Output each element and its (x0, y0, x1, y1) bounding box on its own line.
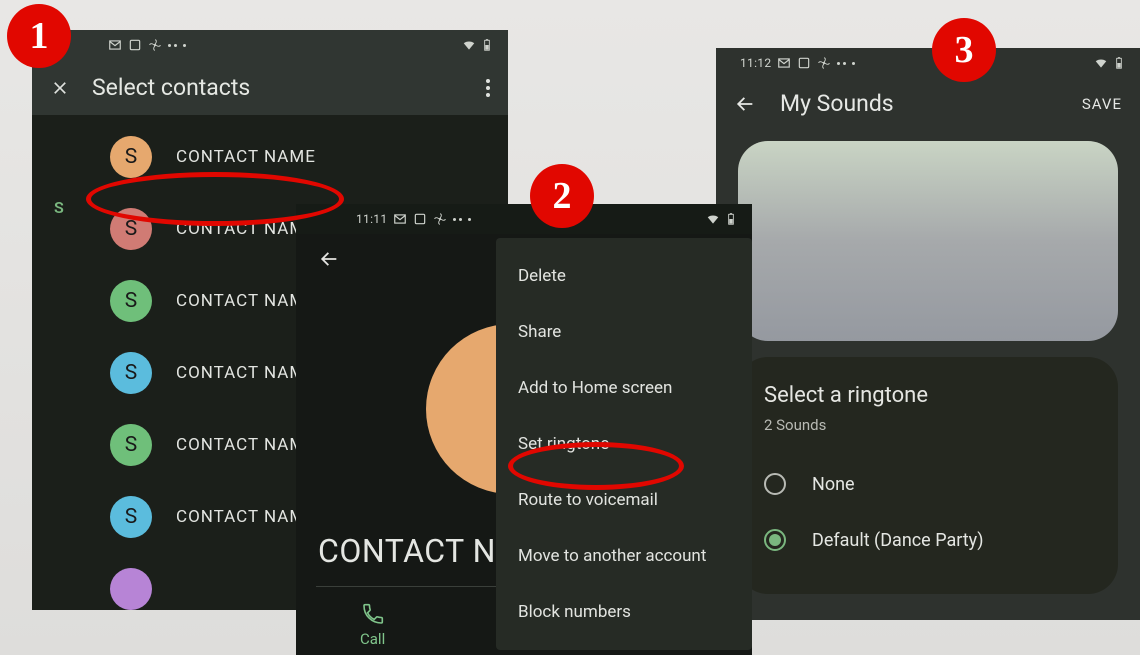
phone-screen-3: 11:12 My Sounds SAVE Select a ringtone 2… (716, 48, 1140, 620)
gmail-icon (777, 56, 791, 70)
back-icon[interactable] (734, 93, 756, 115)
radio-on-icon (764, 529, 786, 551)
section-letter: S (54, 198, 64, 217)
header: My Sounds SAVE (716, 78, 1140, 141)
step-badge-2: 2 (530, 164, 594, 228)
ringtone-hero-image (738, 141, 1118, 341)
contact-name: CONTACT NAME (176, 507, 316, 527)
status-bar: 11:12 (716, 48, 1140, 78)
status-bar (32, 30, 508, 60)
contact-name: CONTACT NAME (176, 363, 316, 383)
gmail-icon (393, 212, 407, 226)
status-right (1094, 56, 1126, 70)
gmail-icon (108, 38, 122, 52)
avatar (110, 568, 152, 610)
call-label: Call (360, 630, 385, 648)
ringtone-card: Select a ringtone 2 Sounds None Default … (738, 357, 1118, 594)
status-icons (108, 38, 186, 52)
fan-icon (433, 212, 447, 226)
radio-off-icon (764, 473, 786, 495)
status-icons (393, 212, 471, 226)
ringtone-option-default[interactable]: Default (Dance Party) (764, 512, 1092, 568)
step-badge-1: 1 (7, 4, 71, 68)
contact-name: CONTACT NAME (176, 219, 316, 239)
avatar: S (110, 496, 152, 538)
contact-name: CONTACT NAME (176, 435, 316, 455)
contact-row[interactable]: S CONTACT NAME (32, 121, 508, 193)
status-time: 11:11 (356, 212, 387, 226)
step-badge-3: 3 (932, 18, 996, 82)
wifi-icon (706, 212, 720, 226)
menu-item-block[interactable]: Block numbers (496, 584, 752, 640)
avatar: S (110, 208, 152, 250)
battery-icon (724, 212, 738, 226)
menu-item-add-home[interactable]: Add to Home screen (496, 360, 752, 416)
call-button[interactable]: Call (360, 602, 385, 648)
status-time: 11:12 (740, 56, 771, 70)
card-title: Select a ringtone (764, 383, 1092, 408)
phone-icon (361, 602, 385, 626)
contact-name: CONTACT NAME (176, 291, 316, 311)
status-right (706, 212, 738, 226)
option-label: Default (Dance Party) (812, 530, 983, 551)
page-title: Select contacts (92, 74, 250, 101)
dots-icon (453, 218, 462, 221)
overflow-menu: Delete Share Add to Home screen Set ring… (496, 238, 752, 650)
card-subtitle: 2 Sounds (764, 416, 1092, 434)
contact-name: CONTACT NAME (176, 147, 316, 167)
menu-item-delete[interactable]: Delete (496, 248, 752, 304)
page-title: My Sounds (780, 90, 894, 117)
battery-icon (480, 38, 494, 52)
menu-item-move-account[interactable]: Move to another account (496, 528, 752, 584)
fan-icon (148, 38, 162, 52)
menu-item-set-ringtone[interactable]: Set ringtone (496, 416, 752, 472)
wifi-icon (462, 38, 476, 52)
dots-icon (168, 44, 177, 47)
ringtone-option-none[interactable]: None (764, 456, 1092, 512)
fan-icon (817, 56, 831, 70)
avatar: S (110, 136, 152, 178)
news-icon (797, 56, 811, 70)
dots-icon (837, 62, 846, 65)
option-label: None (812, 474, 855, 495)
close-icon[interactable] (50, 78, 70, 98)
avatar: S (110, 424, 152, 466)
header: Select contacts (32, 60, 508, 115)
avatar: S (110, 280, 152, 322)
news-icon (128, 38, 142, 52)
status-icons (777, 56, 855, 70)
avatar: S (110, 352, 152, 394)
battery-icon (1112, 56, 1126, 70)
menu-item-share[interactable]: Share (496, 304, 752, 360)
save-button[interactable]: SAVE (1082, 95, 1122, 113)
wifi-icon (1094, 56, 1108, 70)
news-icon (413, 212, 427, 226)
menu-item-voicemail[interactable]: Route to voicemail (496, 472, 752, 528)
phone-screen-2: 11:11 CONTACT NAME Call Delete Share Add… (296, 204, 752, 655)
overflow-menu-icon[interactable] (486, 79, 490, 97)
status-right (462, 38, 494, 52)
status-bar: 11:11 (296, 204, 752, 234)
